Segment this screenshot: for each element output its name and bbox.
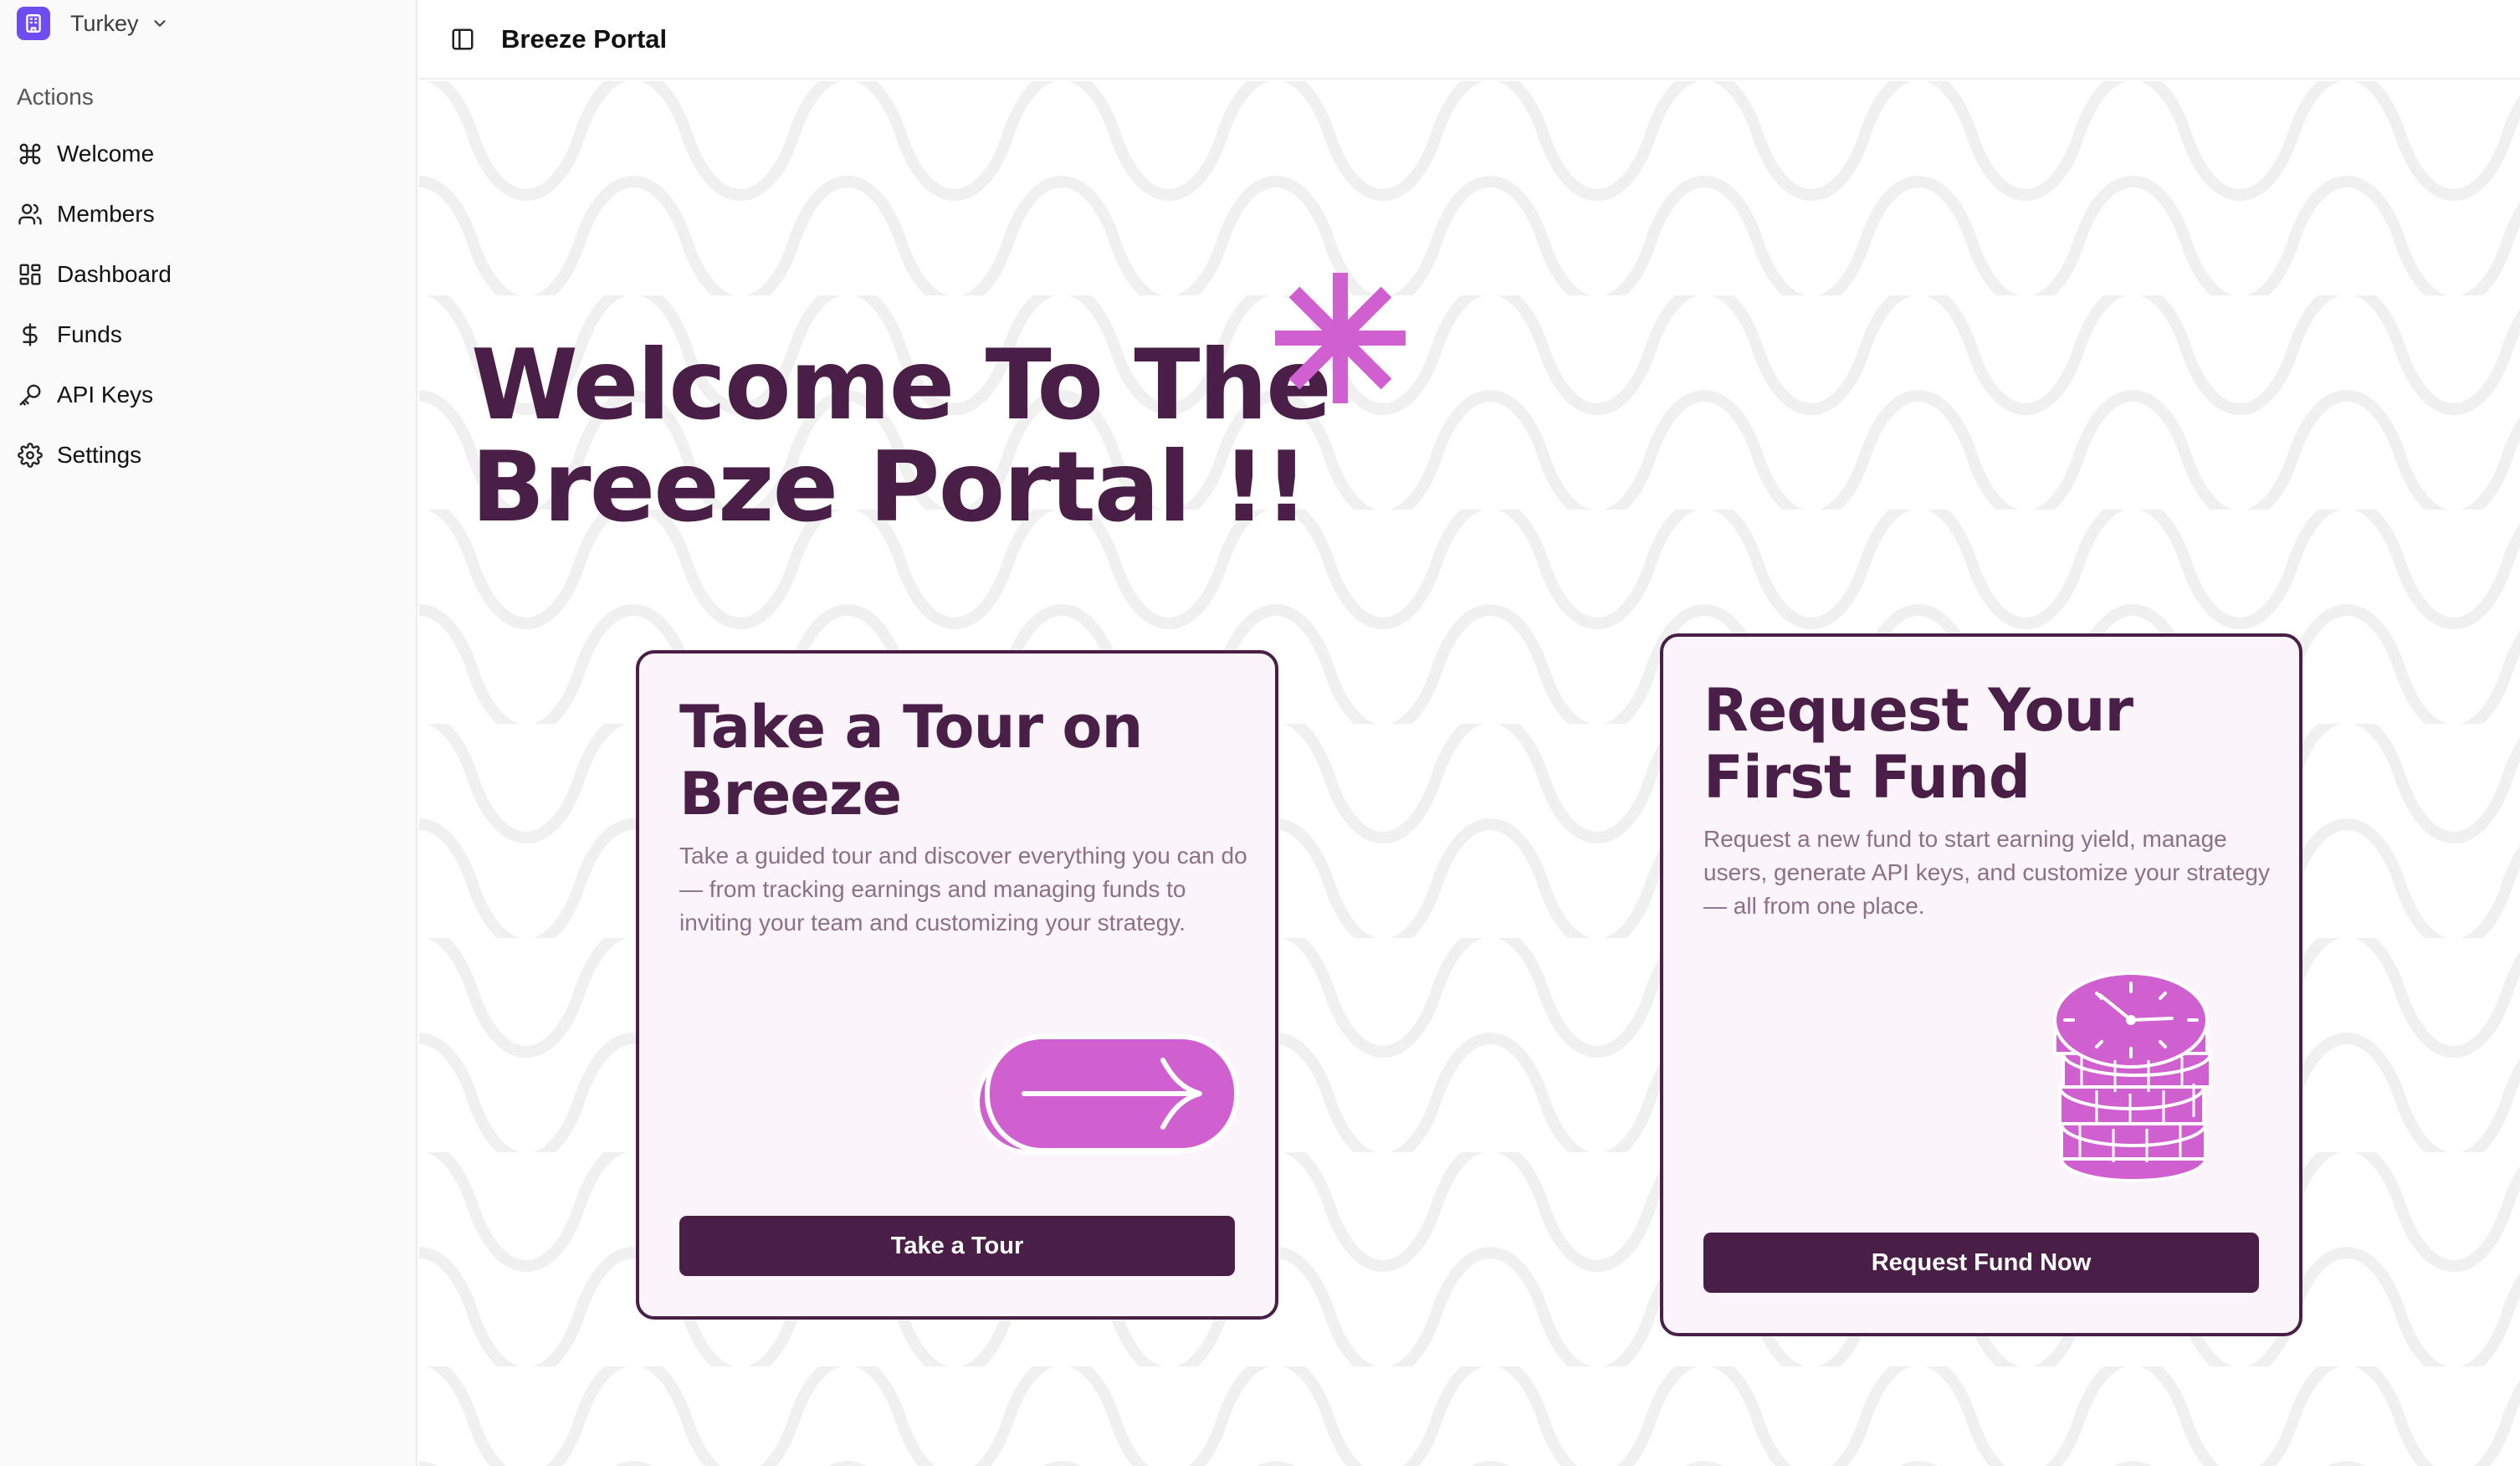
request-fund-card-description: Request a new fund to start earning yiel… xyxy=(1703,826,2271,919)
sidebar-item-funds[interactable]: Funds xyxy=(17,305,402,365)
sidebar-item-api-keys[interactable]: API Keys xyxy=(17,365,402,425)
sidebar-item-label: Dashboard xyxy=(57,261,172,287)
sidebar-item-label: Funds xyxy=(57,321,122,347)
sidebar-toggle-icon[interactable] xyxy=(448,24,478,54)
sidebar-item-members[interactable]: Members xyxy=(17,184,402,244)
app-root: Turkey Actions Welcome Members Dashboard… xyxy=(0,0,2520,1466)
sidebar-item-dashboard[interactable]: Dashboard xyxy=(17,244,402,305)
welcome-heading-line2: Breeze Portal !! xyxy=(471,431,1309,544)
sidebar: Turkey Actions Welcome Members Dashboard… xyxy=(0,0,417,1466)
sidebar-item-welcome[interactable]: Welcome xyxy=(17,124,402,184)
sidebar-item-label: Welcome xyxy=(57,141,155,167)
tour-card-title: Take a Tour on Breeze xyxy=(679,693,1143,828)
clock-coins-icon xyxy=(2053,971,2212,1182)
users-icon xyxy=(17,201,44,228)
page-title: Breeze Portal xyxy=(501,23,668,54)
command-icon xyxy=(17,141,44,167)
sidebar-item-label: Members xyxy=(57,201,155,227)
dollar-icon xyxy=(17,321,44,348)
tour-card-description: Take a guided tour and discover everythi… xyxy=(679,843,1247,935)
org-name: Turkey xyxy=(70,10,139,36)
arrow-pill-icon xyxy=(975,1034,1239,1155)
tour-card: Take a Tour on Breeze Take a guided tour… xyxy=(636,650,1278,1320)
request-fund-card: Request Your First Fund Request a new fu… xyxy=(1660,633,2302,1336)
request-fund-button[interactable]: Request Fund Now xyxy=(1703,1233,2259,1293)
org-switcher[interactable]: Turkey xyxy=(17,7,169,40)
building-icon xyxy=(17,7,50,40)
layout-dashboard-icon xyxy=(17,261,44,288)
gear-icon xyxy=(17,442,44,469)
top-header: Breeze Portal xyxy=(419,0,2520,79)
request-fund-card-title: Request Your First Fund xyxy=(1703,676,2133,812)
welcome-heading-line1: Welcome To The xyxy=(471,329,1332,442)
sidebar-item-label: API Keys xyxy=(57,382,154,408)
welcome-heading: Welcome To The Breeze Portal !! xyxy=(471,329,1332,544)
sidebar-nav: Welcome Members Dashboard Funds API Keys… xyxy=(17,124,402,485)
sidebar-item-settings[interactable]: Settings xyxy=(17,425,402,485)
take-tour-button[interactable]: Take a Tour xyxy=(679,1216,1235,1276)
sidebar-item-label: Settings xyxy=(57,442,142,468)
sidebar-section-label: Actions xyxy=(17,84,94,110)
key-icon xyxy=(17,382,44,408)
asterisk-icon xyxy=(1275,273,1406,403)
chevron-down-icon xyxy=(151,14,169,33)
